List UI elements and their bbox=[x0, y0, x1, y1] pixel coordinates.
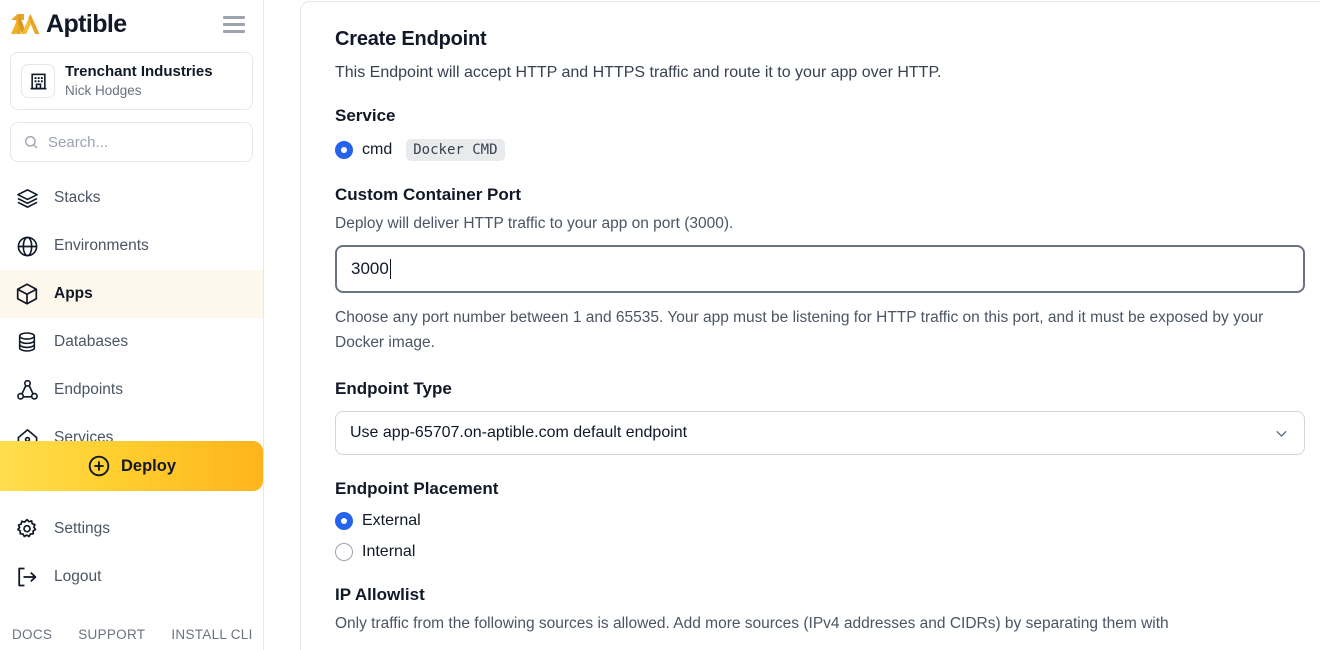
service-command-chip: Docker CMD bbox=[406, 139, 505, 161]
plus-circle-icon bbox=[88, 455, 110, 477]
service-option-cmd[interactable]: cmd Docker CMD bbox=[335, 139, 1286, 161]
deploy-label: Deploy bbox=[120, 456, 176, 475]
org-text: Trenchant Industries Nick Hodges bbox=[65, 63, 213, 99]
container-port-heading: Custom Container Port bbox=[335, 185, 522, 204]
app-root: Aptible Trenchant Industries Nick Hodges… bbox=[0, 0, 1320, 650]
create-endpoint-card: Create Endpoint This Endpoint will accep… bbox=[300, 1, 1320, 650]
main-content: Create Endpoint This Endpoint will accep… bbox=[264, 0, 1320, 650]
sidebar-item-label: Logout bbox=[54, 568, 102, 585]
endpoint-type-value: Use app-65707.on-aptible.com default end… bbox=[350, 424, 688, 442]
page-subtitle: This Endpoint will accept HTTP and HTTPS… bbox=[335, 64, 942, 81]
search-input[interactable]: Search... bbox=[10, 122, 253, 162]
cube-icon bbox=[14, 281, 40, 307]
org-name: Trenchant Industries bbox=[65, 62, 213, 80]
container-port-value: 3000 bbox=[351, 259, 389, 278]
placement-radio-external[interactable] bbox=[335, 512, 353, 531]
placement-option-internal[interactable]: Internal bbox=[335, 543, 1286, 562]
sidebar-item-endpoints[interactable]: Endpoints bbox=[0, 366, 263, 414]
sidebar-bottom-nav: Settings Logout bbox=[0, 505, 263, 601]
service-radio[interactable] bbox=[335, 141, 353, 159]
container-port-input[interactable]: 3000 bbox=[335, 245, 1305, 293]
brand[interactable]: Aptible bbox=[10, 9, 127, 38]
sidebar-item-label: Databases bbox=[54, 333, 129, 350]
footer-link-install-cli[interactable]: INSTALL CLI bbox=[171, 627, 252, 642]
ip-allowlist-heading: IP Allowlist bbox=[335, 585, 425, 605]
sidebar-header: Aptible bbox=[0, 0, 263, 46]
hamburger-menu-icon[interactable] bbox=[221, 14, 247, 35]
brand-name: Aptible bbox=[46, 9, 127, 38]
org-switcher[interactable]: Trenchant Industries Nick Hodges bbox=[10, 52, 253, 110]
deploy-button[interactable]: Deploy bbox=[0, 441, 263, 491]
sidebar-footer-links: DOCS SUPPORT INSTALL CLI bbox=[0, 627, 263, 642]
service-heading: Service bbox=[335, 106, 396, 125]
database-icon bbox=[14, 329, 40, 355]
sidebar-item-label: Environments bbox=[54, 237, 149, 254]
sidebar-item-label: Stacks bbox=[54, 189, 101, 206]
sidebar-nav: Stacks Environments Apps Databases Endpo… bbox=[0, 174, 263, 462]
sidebar-item-databases[interactable]: Databases bbox=[0, 318, 263, 366]
sidebar-item-apps[interactable]: Apps bbox=[0, 270, 263, 318]
gear-icon bbox=[14, 516, 40, 542]
sidebar: Aptible Trenchant Industries Nick Hodges… bbox=[0, 0, 264, 650]
footer-link-support[interactable]: SUPPORT bbox=[78, 627, 145, 642]
container-port-description: Deploy will deliver HTTP traffic to your… bbox=[335, 215, 734, 232]
building-icon bbox=[21, 64, 55, 98]
globe-icon bbox=[14, 233, 40, 259]
text-caret bbox=[389, 259, 392, 279]
org-user: Nick Hodges bbox=[65, 82, 142, 98]
sidebar-item-label: Settings bbox=[54, 520, 111, 537]
sidebar-item-label: Apps bbox=[54, 285, 93, 302]
container-port-help: Choose any port number between 1 and 655… bbox=[335, 309, 1264, 352]
sidebar-item-stacks[interactable]: Stacks bbox=[0, 174, 263, 222]
chevron-down-icon bbox=[1276, 430, 1287, 437]
endpoint-type-select[interactable]: Use app-65707.on-aptible.com default end… bbox=[335, 411, 1305, 456]
placement-radio-internal[interactable] bbox=[335, 543, 353, 562]
sidebar-item-logout[interactable]: Logout bbox=[0, 553, 263, 601]
footer-link-docs[interactable]: DOCS bbox=[12, 627, 52, 642]
sidebar-item-settings[interactable]: Settings bbox=[0, 505, 263, 553]
search-icon bbox=[25, 136, 38, 149]
placement-label-external: External bbox=[362, 512, 421, 530]
logout-icon bbox=[14, 564, 40, 590]
layers-icon bbox=[14, 185, 40, 211]
page-title: Create Endpoint bbox=[335, 28, 487, 50]
sidebar-item-label: Endpoints bbox=[54, 381, 123, 398]
placement-option-external[interactable]: External bbox=[335, 512, 1286, 531]
endpoint-type-heading: Endpoint Type bbox=[335, 379, 452, 399]
search-placeholder: Search... bbox=[48, 133, 109, 151]
aptible-logo-icon bbox=[11, 14, 40, 34]
network-icon bbox=[14, 377, 40, 403]
placement-label-internal: Internal bbox=[362, 543, 416, 561]
ip-allowlist-description: Only traffic from the following sources … bbox=[335, 615, 1169, 633]
sidebar-item-environments[interactable]: Environments bbox=[0, 222, 263, 270]
service-option-label: cmd bbox=[362, 141, 393, 158]
endpoint-placement-heading: Endpoint Placement bbox=[335, 479, 499, 499]
